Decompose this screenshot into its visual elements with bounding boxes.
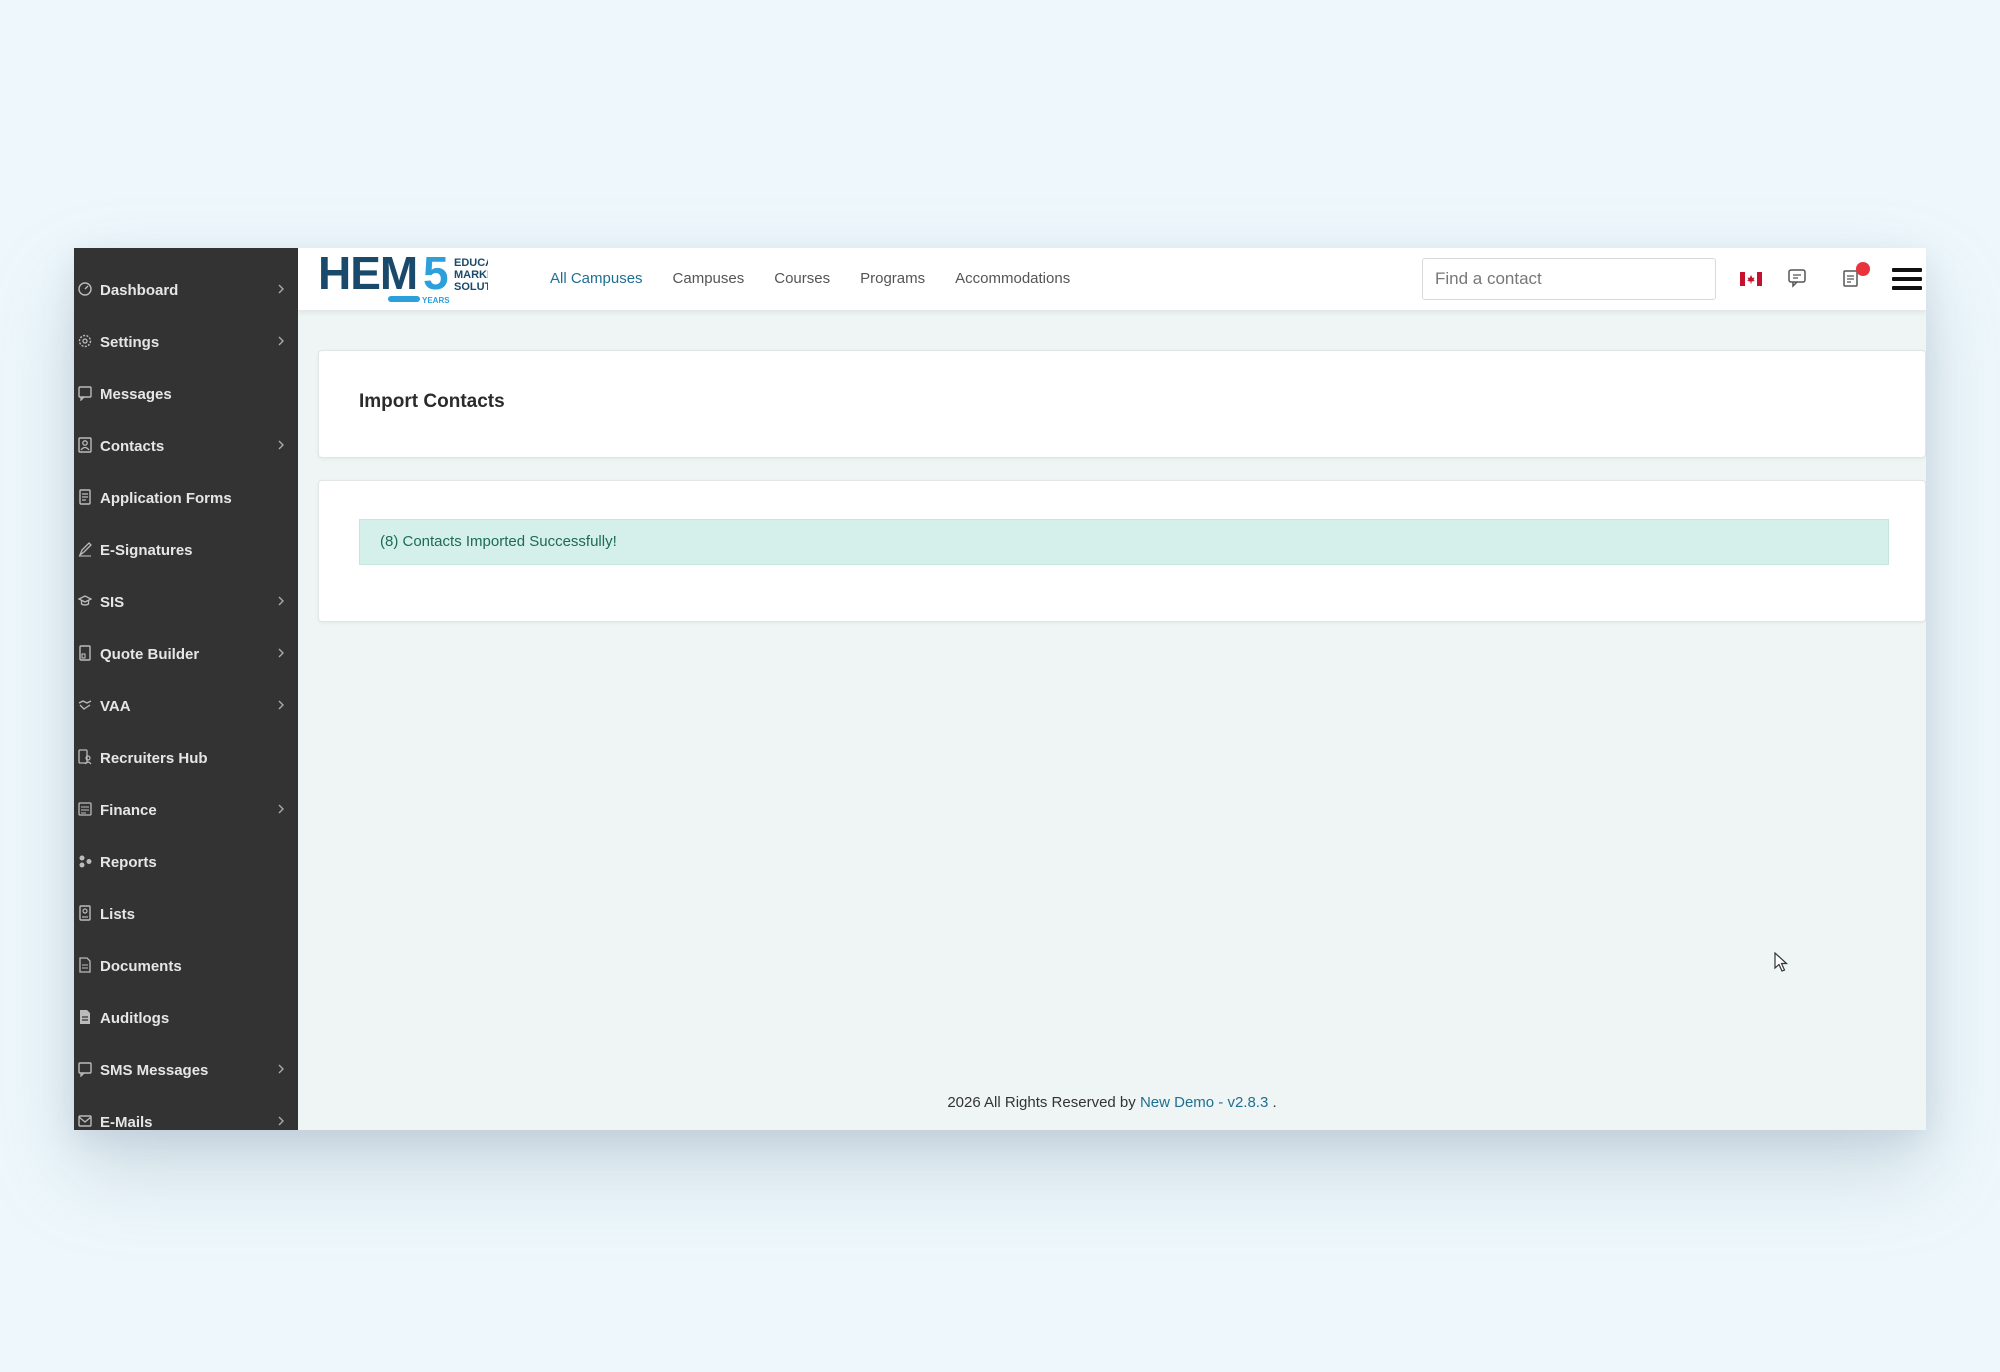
app-window: Dashboard Settings Messages Contacts App… xyxy=(74,248,1926,1130)
sms-icon xyxy=(78,1062,92,1077)
chevron-right-icon xyxy=(278,700,284,710)
message-icon xyxy=(78,386,92,401)
footer-version-link[interactable]: New Demo - v2.8.3 xyxy=(1140,1094,1268,1111)
contact-icon xyxy=(78,437,92,453)
sidebar-item-label: E-Signatures xyxy=(100,542,193,559)
finance-icon xyxy=(78,802,92,816)
sidebar-item-label: Documents xyxy=(100,958,182,975)
nav-all-campuses[interactable]: All Campuses xyxy=(550,270,643,287)
brand-logo[interactable]: HEM 5 EDUCATION MARKETING SOLUTIONS YEAR… xyxy=(318,252,488,308)
svg-text:MARKETING: MARKETING xyxy=(454,269,488,281)
document-icon xyxy=(79,957,91,973)
chevron-right-icon xyxy=(278,284,284,294)
svg-text:YEARS: YEARS xyxy=(422,296,450,305)
sidebar-item-label: Dashboard xyxy=(100,282,179,299)
sidebar-item-label: Recruiters Hub xyxy=(100,750,208,767)
sidebar-item-label: SMS Messages xyxy=(100,1062,209,1079)
sidebar-item-label: Quote Builder xyxy=(100,646,200,663)
auditlog-icon xyxy=(80,1010,90,1024)
sidebar: Dashboard Settings Messages Contacts App… xyxy=(74,248,298,1130)
sidebar-item-recruiters-hub[interactable]: Recruiters Hub xyxy=(74,738,298,778)
nav-courses[interactable]: Courses xyxy=(774,270,830,287)
footer-suffix: . xyxy=(1272,1094,1277,1111)
top-bar: HEM 5 EDUCATION MARKETING SOLUTIONS YEAR… xyxy=(298,248,1926,311)
svg-text:5: 5 xyxy=(423,252,449,299)
handshake-icon xyxy=(78,700,92,710)
form-icon xyxy=(79,489,91,505)
svg-text:EDUCATION: EDUCATION xyxy=(454,257,488,269)
chat-icon[interactable] xyxy=(1787,268,1807,288)
sidebar-item-vaa[interactable]: VAA xyxy=(74,686,298,726)
sidebar-item-label: Reports xyxy=(100,854,157,871)
sidebar-item-label: Messages xyxy=(100,386,172,403)
recruiter-icon xyxy=(78,749,92,765)
graduation-cap-icon xyxy=(78,595,92,606)
svg-text:HEM: HEM xyxy=(318,252,417,299)
sidebar-item-label: Application Forms xyxy=(100,490,232,507)
chevron-right-icon xyxy=(278,648,284,658)
page-header-card: Import Contacts xyxy=(318,350,1926,458)
pen-icon xyxy=(78,542,92,557)
chevron-right-icon xyxy=(278,1116,284,1126)
success-alert: (8) Contacts Imported Successfully! xyxy=(359,519,1889,565)
page-title: Import Contacts xyxy=(359,391,505,412)
reports-icon xyxy=(79,855,92,868)
sidebar-item-finance[interactable]: Finance xyxy=(74,790,298,830)
top-nav: All Campuses Campuses Courses Programs A… xyxy=(550,270,1100,287)
dashboard-icon xyxy=(78,282,92,296)
nav-campuses[interactable]: Campuses xyxy=(673,270,745,287)
nav-accommodations[interactable]: Accommodations xyxy=(955,270,1070,287)
mail-icon xyxy=(78,1115,92,1127)
chevron-right-icon xyxy=(278,596,284,606)
sidebar-item-lists[interactable]: Lists xyxy=(74,894,298,934)
sidebar-item-label: VAA xyxy=(100,698,131,715)
chevron-right-icon xyxy=(278,440,284,450)
import-result-card: (8) Contacts Imported Successfully! xyxy=(318,480,1926,622)
sidebar-item-contacts[interactable]: Contacts xyxy=(74,426,298,466)
sidebar-item-label: E-Mails xyxy=(100,1114,153,1130)
sidebar-item-label: Finance xyxy=(100,802,157,819)
svg-text:SOLUTIONS: SOLUTIONS xyxy=(454,281,488,293)
sidebar-item-label: SIS xyxy=(100,594,125,611)
sidebar-item-e-signatures[interactable]: E-Signatures xyxy=(74,530,298,570)
sidebar-item-e-mails[interactable]: E-Mails xyxy=(74,1102,298,1130)
nav-programs[interactable]: Programs xyxy=(860,270,925,287)
quote-icon xyxy=(79,645,91,661)
sidebar-item-label: Auditlogs xyxy=(100,1010,170,1027)
gear-icon xyxy=(78,334,92,348)
sidebar-item-label: Contacts xyxy=(100,438,165,455)
find-contact-input[interactable] xyxy=(1422,258,1716,300)
mouse-cursor-icon xyxy=(1774,952,1789,972)
sidebar-item-settings[interactable]: Settings xyxy=(74,322,298,362)
notification-badge xyxy=(1856,262,1870,276)
sidebar-item-label: Lists xyxy=(100,906,136,923)
chevron-right-icon xyxy=(278,804,284,814)
sidebar-item-reports[interactable]: Reports xyxy=(74,842,298,882)
canada-flag-icon[interactable] xyxy=(1740,272,1762,286)
footer: 2026 All Rights Reserved by New Demo - v… xyxy=(298,1094,1926,1111)
chevron-right-icon xyxy=(278,336,284,346)
sidebar-item-sis[interactable]: SIS xyxy=(74,582,298,622)
hamburger-menu-icon[interactable] xyxy=(1892,267,1922,291)
sidebar-item-quote-builder[interactable]: Quote Builder xyxy=(74,634,298,674)
list-icon xyxy=(79,905,91,921)
sidebar-item-label: Settings xyxy=(100,334,160,351)
sidebar-item-application-forms[interactable]: Application Forms xyxy=(74,478,298,518)
sidebar-item-sms-messages[interactable]: SMS Messages xyxy=(74,1050,298,1090)
chevron-right-icon xyxy=(278,1064,284,1074)
footer-text: 2026 All Rights Reserved by xyxy=(947,1094,1136,1111)
sidebar-item-dashboard[interactable]: Dashboard xyxy=(74,270,298,310)
sidebar-item-documents[interactable]: Documents xyxy=(74,946,298,986)
sidebar-item-auditlogs[interactable]: Auditlogs xyxy=(74,998,298,1038)
sidebar-item-messages[interactable]: Messages xyxy=(74,374,298,414)
